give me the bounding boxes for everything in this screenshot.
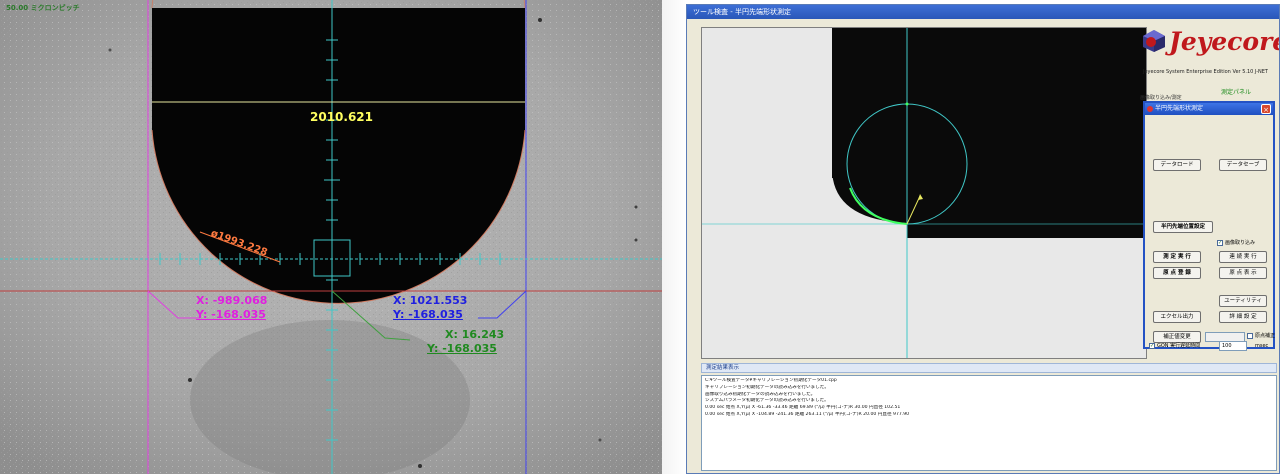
- log-line: 0.00 sec 始点 X,Y(μ) X -61.36 -33.46 距離 69…: [705, 405, 901, 411]
- camera-image: [702, 28, 1146, 358]
- left-point-x: X: -989.068: [196, 294, 268, 307]
- semicircle-measure-dialog: 半円先端形状測定 × データロード データセーブ 半円先端位置設定 ✓ 画像取り込…: [1143, 101, 1275, 351]
- app-titlebar[interactable]: ツール検査 - 半円先端形状測定: [687, 5, 1279, 19]
- origin-register-button[interactable]: 原 点 登 録: [1153, 267, 1201, 279]
- delay-unit-label: msec: [1255, 343, 1269, 349]
- results-log[interactable]: C:¥ツール検査データ¥キャリブレーション初期化データ01.cpp キャリブレー…: [701, 375, 1277, 471]
- measure-panel-label: 測定パネル: [1221, 89, 1252, 96]
- checkbox-icon: [1247, 332, 1253, 339]
- width-measurement: 2010.621: [310, 110, 374, 124]
- panel-sub-label: 画像取り込み/測定: [1140, 95, 1182, 101]
- pitch-label: 50.00 ミクロンピッチ: [6, 4, 80, 12]
- position-setting-button[interactable]: 半円先端位置設定: [1153, 221, 1213, 233]
- results-header: 測定結果表示: [701, 363, 1277, 373]
- microscope-image: [0, 0, 662, 474]
- continuous-exec-button[interactable]: 連 続 実 行: [1219, 251, 1267, 263]
- log-line: キャリブレーション初期化データの読み込みを行いました。: [705, 384, 829, 390]
- gon-delay-checkbox[interactable]: ✓ GON 実行遅延時間: [1149, 342, 1200, 350]
- cube-logo-icon: [1143, 30, 1165, 52]
- panel-separator: [662, 0, 686, 474]
- origin-display-button[interactable]: 原 点 表 示: [1219, 267, 1267, 279]
- right-point-y: Y: -168.035: [393, 308, 463, 321]
- image-capture-checkbox[interactable]: ✓ 画像取り込み: [1217, 239, 1255, 247]
- origin-offset-checkbox[interactable]: 原点補正: [1247, 332, 1275, 340]
- center-point-x: X: 16.243: [445, 328, 505, 341]
- checkmark-icon: ✓: [1149, 342, 1155, 349]
- measure-exec-button[interactable]: 測 定 実 行: [1153, 251, 1201, 263]
- gon-delay-input[interactable]: 100: [1219, 341, 1247, 351]
- microscope-view[interactable]: 50.00 ミクロンピッチ 2010.621 ø1993.228 X: -989…: [0, 0, 662, 474]
- data-save-button[interactable]: データセーブ: [1219, 159, 1267, 171]
- log-line: C:¥ツール検査データ¥キャリブレーション初期化データ01.cpp: [705, 378, 837, 383]
- measurement-app-window: ツール検査 - 半円先端形状測定 Jeyecore Jeyecore Syste…: [686, 4, 1280, 474]
- log-line: 0.00 sec 始点 X,Y(μ) X -104.89 -241.36 距離 …: [705, 411, 910, 417]
- camera-image-view[interactable]: [701, 27, 1147, 359]
- log-line: システムパラメータ初期化データの読み込みを行いました。: [705, 398, 829, 404]
- dialog-title: 半円先端形状測定: [1155, 105, 1204, 112]
- dialog-close-button[interactable]: ×: [1261, 104, 1271, 114]
- checkmark-icon: ✓: [1217, 239, 1223, 246]
- left-point-y: Y: -168.035: [196, 308, 266, 321]
- excel-output-button[interactable]: エクセル出力: [1153, 311, 1201, 323]
- brand-logo: Jeyecore Jeyecore System Enterprise Edit…: [1139, 27, 1280, 83]
- dialog-titlebar[interactable]: 半円先端形状測定 ×: [1145, 103, 1273, 115]
- utility-button[interactable]: ユーティリティ: [1219, 295, 1267, 307]
- dialog-app-icon: [1147, 106, 1153, 112]
- detail-settings-button[interactable]: 詳 細 設 定: [1219, 311, 1267, 323]
- logo-wordmark: Jeyecore: [1169, 27, 1280, 56]
- screenshot-root: 50.00 ミクロンピッチ 2010.621 ø1993.228 X: -989…: [0, 0, 1280, 474]
- center-point-y: Y: -168.035: [427, 342, 497, 355]
- log-line: 画像取り込み初期化データの読み込みを行いました。: [705, 391, 816, 397]
- data-load-button[interactable]: データロード: [1153, 159, 1201, 171]
- edition-text: Jeyecore System Enterprise Edition Ver 5…: [1143, 69, 1268, 75]
- right-point-x: X: 1021.553: [393, 294, 468, 307]
